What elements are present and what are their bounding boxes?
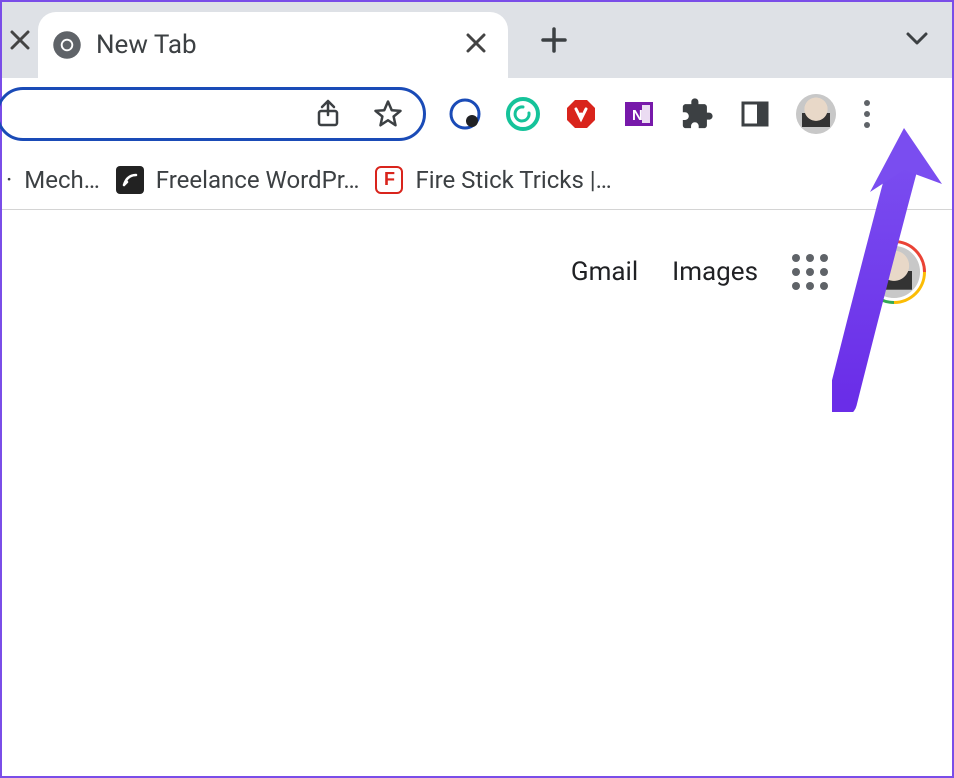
bookmark-favicon bbox=[116, 166, 144, 194]
grammarly-icon[interactable] bbox=[506, 97, 540, 131]
bookmark-item[interactable]: F Fire Stick Tricks |… bbox=[375, 166, 611, 194]
active-tab[interactable]: New Tab bbox=[38, 12, 508, 78]
previous-tab-close-icon[interactable] bbox=[2, 2, 38, 78]
gmail-link[interactable]: Gmail bbox=[571, 257, 638, 287]
bookmark-item[interactable]: · Mech… bbox=[16, 166, 100, 194]
tab-strip: New Tab bbox=[2, 2, 952, 78]
google-apps-icon[interactable] bbox=[792, 254, 828, 290]
svg-text:N: N bbox=[632, 107, 643, 124]
chrome-menu-button[interactable] bbox=[860, 96, 874, 132]
side-panel-icon[interactable] bbox=[738, 97, 772, 131]
onenote-icon[interactable]: N bbox=[622, 97, 656, 131]
extension-icons-row: N bbox=[448, 94, 940, 134]
google-account-avatar[interactable] bbox=[862, 240, 926, 304]
bookmark-label: Mech… bbox=[24, 166, 100, 194]
adblock-icon[interactable] bbox=[564, 97, 598, 131]
close-tab-icon[interactable] bbox=[462, 30, 490, 60]
bookmark-favicon: F bbox=[375, 166, 403, 194]
share-icon[interactable] bbox=[311, 97, 345, 131]
extension-icon-1[interactable] bbox=[448, 97, 482, 131]
address-bar[interactable] bbox=[0, 87, 426, 141]
bookmark-item[interactable]: Freelance WordPr… bbox=[116, 166, 360, 194]
extensions-puzzle-icon[interactable] bbox=[680, 97, 714, 131]
tab-search-dropdown-icon[interactable] bbox=[904, 25, 930, 55]
profile-avatar[interactable] bbox=[796, 94, 836, 134]
images-link[interactable]: Images bbox=[672, 257, 758, 287]
ntp-header: Gmail Images bbox=[2, 210, 952, 304]
bookmark-label: Freelance WordPr… bbox=[156, 166, 360, 194]
tab-title: New Tab bbox=[96, 30, 462, 60]
bookmark-label: Fire Stick Tricks |… bbox=[415, 166, 611, 194]
chrome-icon bbox=[52, 30, 82, 60]
new-tab-button[interactable] bbox=[526, 12, 582, 68]
bookmark-star-icon[interactable] bbox=[371, 97, 405, 131]
toolbar: N bbox=[2, 78, 952, 150]
bookmarks-bar: · Mech… Freelance WordPr… F Fire Stick T… bbox=[2, 150, 952, 210]
